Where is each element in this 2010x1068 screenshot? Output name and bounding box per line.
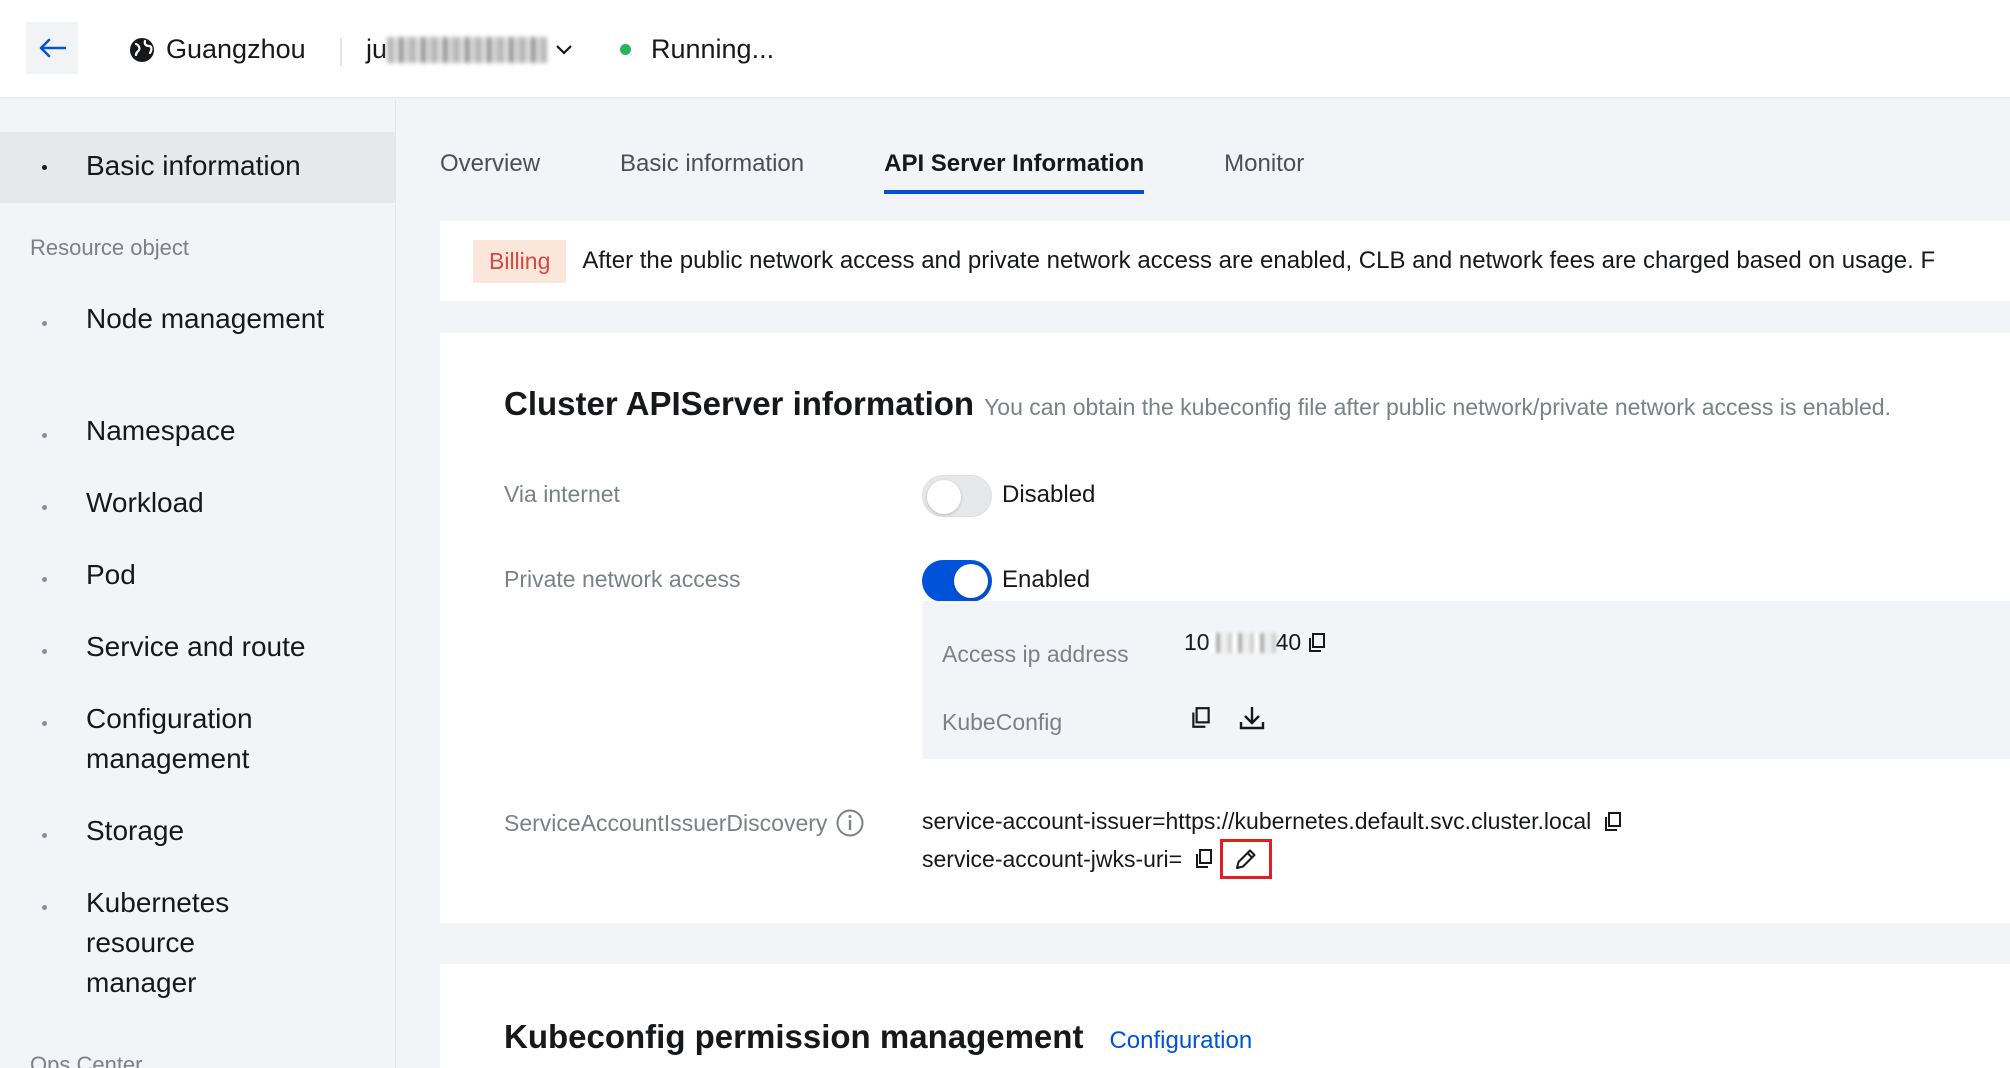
sidebar-item-label: Basic information <box>86 150 301 181</box>
copy-kubeconfig-button[interactable] <box>1190 706 1212 730</box>
bullet <box>42 577 47 582</box>
tab-api-server-information[interactable]: API Server Information <box>884 150 1145 194</box>
top-bar: Guangzhou ju Running... <box>0 0 2010 98</box>
arrow-left-icon <box>39 38 66 58</box>
edit-jwks-button[interactable] <box>1220 839 1273 879</box>
access-ip-value: 10 40 <box>1184 629 1327 656</box>
copy-ip-button[interactable] <box>1307 632 1327 654</box>
access-ip-prefix: 10 <box>1184 629 1210 655</box>
tab-overview[interactable]: Overview <box>440 150 540 194</box>
kubeconfig-permission-title: Kubeconfig permission management <box>504 1018 1084 1055</box>
cluster-name-redacted <box>387 36 548 63</box>
kubeconfig-label: KubeConfig <box>942 709 1063 735</box>
billing-text: After the public network access and priv… <box>582 247 1936 274</box>
kubeconfig-actions <box>1190 705 1266 731</box>
sidebar-item-label: Storage <box>86 815 185 846</box>
kubeconfig-permission-header: Kubeconfig permission management Configu… <box>504 1018 1252 1056</box>
cluster-selector[interactable]: ju <box>366 34 573 65</box>
via-internet-label: Via internet <box>504 481 620 507</box>
copy-icon <box>1192 707 1210 728</box>
sa-jwks-value: service-account-jwks-uri= <box>922 845 1183 872</box>
bullet <box>42 905 47 910</box>
private-access-label: Private network access <box>504 566 741 592</box>
bullet <box>42 721 47 726</box>
bullet <box>42 433 47 438</box>
configuration-link[interactable]: Configuration <box>1109 1027 1252 1055</box>
private-access-state: Enabled <box>1002 566 1091 593</box>
chevron-down-icon <box>556 44 572 55</box>
tab-basic-information[interactable]: Basic information <box>620 150 804 194</box>
access-ip-label: Access ip address <box>942 641 1129 667</box>
info-icon[interactable] <box>835 808 865 838</box>
bullet <box>42 833 47 838</box>
copy-icon <box>1309 632 1326 652</box>
apiserver-card: Cluster APIServer information You can ob… <box>440 333 2010 923</box>
apiserver-description: You can obtain the kubeconfig file after… <box>984 394 1891 420</box>
sa-jwks-row: service-account-jwks-uri= <box>922 839 1273 879</box>
copy-jwks-button[interactable] <box>1194 848 1214 870</box>
tab-monitor[interactable]: Monitor <box>1224 150 1304 194</box>
status-text: Running... <box>651 34 775 64</box>
kubeconfig-permission-card: Kubeconfig permission management Configu… <box>440 964 2010 1068</box>
private-access-details: Access ip address 10 40 KubeConfig <box>922 601 2010 759</box>
cluster-status: Running... <box>620 34 774 65</box>
copy-icon <box>1196 849 1213 868</box>
billing-tag: Billing <box>473 239 567 283</box>
sidebar-item-label: Pod <box>86 559 136 590</box>
download-kubeconfig-button[interactable] <box>1238 705 1266 731</box>
bullet <box>42 505 47 510</box>
toggle-knob <box>927 480 961 514</box>
header-divider <box>340 38 342 66</box>
apiserver-title: Cluster APIServer information <box>504 385 975 422</box>
copy-icon <box>1605 811 1622 831</box>
sidebar-item-label: Node management <box>86 303 325 334</box>
globe-icon <box>130 37 154 62</box>
sidebar: Basic information Resource object Node m… <box>0 99 396 1068</box>
via-internet-state: Disabled <box>1002 481 1096 508</box>
status-dot <box>620 44 631 55</box>
sidebar-item-label: Service and route <box>86 631 306 662</box>
region-indicator: Guangzhou <box>128 34 306 65</box>
cluster-name: ju <box>366 34 388 64</box>
tab-bar: Overview Basic information API Server In… <box>440 150 1384 194</box>
copy-issuer-button[interactable] <box>1603 811 1623 833</box>
back-button[interactable] <box>26 22 78 74</box>
sa-issuer-value: service-account-issuer=https://kubernete… <box>922 808 1592 834</box>
sidebar-section-ops-center: Ops Center <box>30 1052 143 1068</box>
access-ip-suffix: 40 <box>1275 629 1302 655</box>
sidebar-item-label: Workload <box>86 487 204 518</box>
via-internet-toggle[interactable] <box>922 475 992 517</box>
sidebar-item-label: Configuration management <box>86 703 253 774</box>
sa-issuer-discovery-label-row: ServiceAccountIssuerDiscovery <box>504 808 865 838</box>
sidebar-item-basic-information[interactable]: Basic information <box>0 132 395 203</box>
toggle-knob <box>954 564 988 598</box>
bullet <box>42 165 47 170</box>
apiserver-header: Cluster APIServer information You can ob… <box>504 385 1891 423</box>
pencil-icon <box>1236 849 1256 869</box>
bullet <box>42 321 47 326</box>
sidebar-item-label: Kubernetes resource manager <box>86 887 230 998</box>
download-icon <box>1239 707 1265 730</box>
sidebar-section-resource-object: Resource object <box>30 235 189 260</box>
sidebar-item-label: Namespace <box>86 415 236 446</box>
sa-issuer-row: service-account-issuer=https://kubernete… <box>922 808 1623 835</box>
billing-notice: Billing After the public network access … <box>440 221 2010 301</box>
access-ip-redacted <box>1209 632 1276 653</box>
sa-issuer-discovery-label: ServiceAccountIssuerDiscovery <box>504 809 828 836</box>
region-name: Guangzhou <box>166 34 306 64</box>
private-access-toggle[interactable] <box>922 560 992 602</box>
bullet <box>42 649 47 654</box>
